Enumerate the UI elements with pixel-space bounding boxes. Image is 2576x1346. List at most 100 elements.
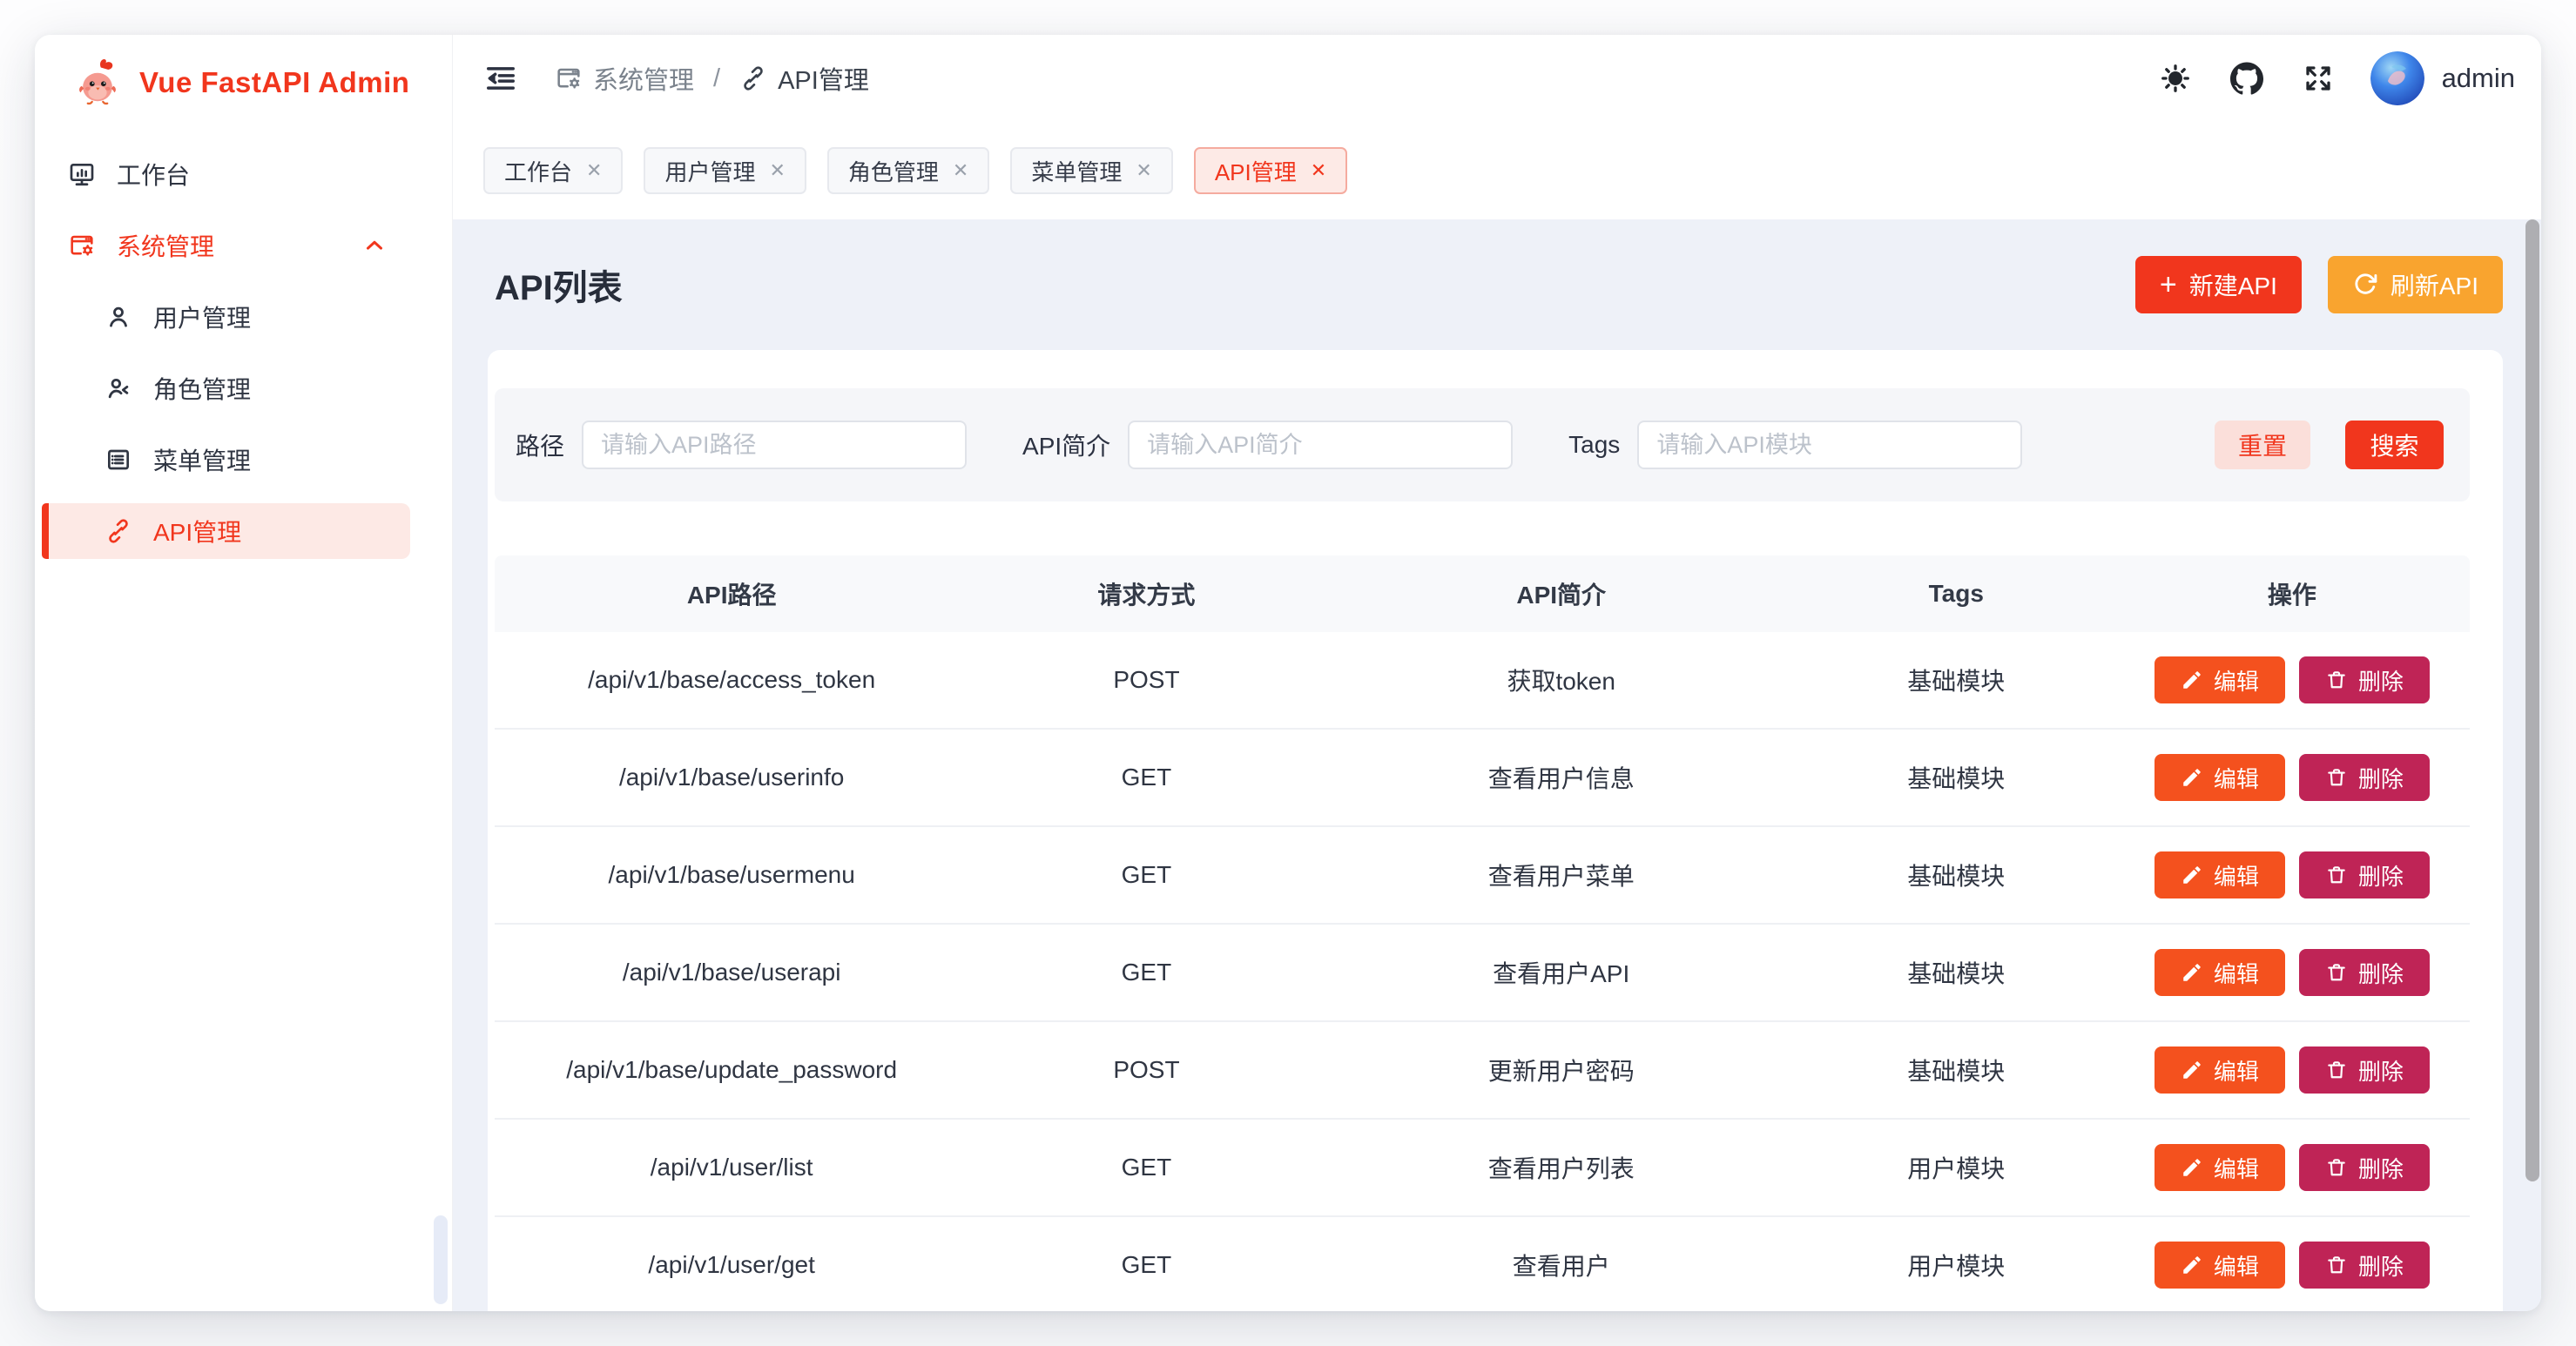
delete-label: 删除 [2358, 1152, 2404, 1184]
close-icon[interactable]: ✕ [953, 161, 968, 180]
delete-button[interactable]: 删除 [2299, 1242, 2430, 1289]
app-logo[interactable]: Vue FastAPI Admin [35, 35, 452, 131]
plus-icon: + [2160, 270, 2177, 299]
reset-button[interactable]: 重置 [2215, 421, 2310, 469]
api-path-cell: /api/v1/base/userapi [495, 959, 968, 986]
tags-cell: 基础模块 [1798, 663, 2114, 697]
actions-cell: 编辑 删除 [2114, 1047, 2470, 1094]
app-title: Vue FastAPI Admin [139, 66, 409, 99]
method-cell: GET [968, 861, 1324, 889]
main-scrollbar[interactable] [2525, 219, 2539, 1181]
api-plug-icon [105, 517, 132, 545]
window-gear-icon [68, 232, 96, 259]
delete-button[interactable]: 删除 [2299, 949, 2430, 996]
close-icon[interactable]: ✕ [586, 161, 602, 180]
delete-button[interactable]: 删除 [2299, 656, 2430, 703]
delete-label: 删除 [2358, 1249, 2404, 1282]
edit-button[interactable]: 编辑 [2155, 1047, 2285, 1094]
sidebar-item-system[interactable]: 系统管理 [42, 218, 410, 273]
tags-input[interactable] [1637, 421, 2022, 469]
tab-workbench[interactable]: 工作台 ✕ [483, 147, 623, 194]
delete-button[interactable]: 删除 [2299, 1144, 2430, 1191]
pencil-icon [2181, 864, 2203, 886]
close-icon[interactable]: ✕ [1311, 161, 1326, 180]
api-path-cell: /api/v1/base/update_password [495, 1056, 968, 1084]
theme-sun-icon[interactable] [2158, 61, 2193, 96]
sidebar-item-label: 工作台 [117, 157, 190, 192]
sidebar-item-menus[interactable]: 菜单管理 [42, 432, 410, 488]
edit-button[interactable]: 编辑 [2155, 1144, 2285, 1191]
path-input[interactable] [582, 421, 967, 469]
edit-button[interactable]: 编辑 [2155, 851, 2285, 898]
edit-label: 编辑 [2214, 762, 2259, 794]
table-row: /api/v1/base/update_password POST 更新用户密码… [495, 1022, 2470, 1120]
sidebar-item-roles[interactable]: 角色管理 [42, 360, 410, 416]
pencil-icon [2181, 669, 2203, 691]
new-api-button[interactable]: + 新建API [2135, 256, 2302, 313]
summary-cell: 查看用户 [1325, 1248, 1798, 1282]
api-plug-icon [739, 64, 767, 92]
sidebar-menu: 工作台 系统管理 用户管理 角色管理 菜单管理 API管理 [35, 146, 452, 559]
avatar[interactable] [2370, 51, 2424, 105]
summary-label: API简介 [1022, 427, 1110, 462]
sidebar-item-users[interactable]: 用户管理 [42, 289, 410, 345]
close-icon[interactable]: ✕ [1136, 161, 1151, 180]
trash-icon [2325, 1156, 2348, 1179]
edit-label: 编辑 [2214, 957, 2259, 989]
delete-button[interactable]: 删除 [2299, 1047, 2430, 1094]
tab-label: 菜单管理 [1031, 155, 1122, 187]
sidebar-scrollbar[interactable] [434, 1215, 448, 1304]
tab-menus[interactable]: 菜单管理 ✕ [1010, 147, 1172, 194]
refresh-api-button[interactable]: 刷新API [2328, 256, 2503, 313]
tab-users[interactable]: 用户管理 ✕ [644, 147, 806, 194]
trash-icon [2325, 669, 2348, 691]
role-icon [105, 374, 132, 402]
trash-icon [2325, 864, 2348, 886]
summary-cell: 查看用户信息 [1325, 760, 1798, 795]
close-icon[interactable]: ✕ [769, 161, 785, 180]
method-cell: GET [968, 1251, 1324, 1279]
username[interactable]: admin [2442, 63, 2515, 94]
edit-button[interactable]: 编辑 [2155, 656, 2285, 703]
method-cell: GET [968, 1154, 1324, 1181]
sidebar-item-api[interactable]: API管理 [42, 503, 410, 559]
header-actions: admin [2121, 51, 2515, 105]
breadcrumb-system[interactable]: 系统管理 [555, 60, 694, 97]
sidebar-item-workbench[interactable]: 工作台 [42, 146, 410, 202]
tags-label: Tags [1568, 431, 1620, 459]
col-actions: 操作 [2114, 576, 2470, 611]
edit-button[interactable]: 编辑 [2155, 1242, 2285, 1289]
actions-cell: 编辑 删除 [2114, 851, 2470, 898]
tab-roles[interactable]: 角色管理 ✕ [827, 147, 989, 194]
fullscreen-icon[interactable] [2301, 61, 2336, 96]
sidebar-collapse-icon[interactable] [483, 61, 518, 96]
api-path-cell: /api/v1/base/usermenu [495, 861, 968, 889]
summary-input[interactable] [1128, 421, 1513, 469]
actions-cell: 编辑 删除 [2114, 656, 2470, 703]
pencil-icon [2181, 1254, 2203, 1276]
tab-label: 工作台 [504, 155, 572, 187]
col-summary: API简介 [1325, 576, 1798, 611]
delete-button[interactable]: 删除 [2299, 851, 2430, 898]
edit-button[interactable]: 编辑 [2155, 754, 2285, 801]
delete-label: 删除 [2358, 1054, 2404, 1087]
col-path: API路径 [495, 576, 968, 611]
sidebar: Vue FastAPI Admin 工作台 系统管理 用户管理 角色管理 [35, 35, 453, 1311]
trash-icon [2325, 766, 2348, 789]
main-area: 系统管理 / API管理 adm [453, 35, 2541, 1311]
summary-cell: 查看用户列表 [1325, 1150, 1798, 1185]
edit-button[interactable]: 编辑 [2155, 949, 2285, 996]
api-table: API路径 请求方式 API简介 Tags 操作 /api/v1/base/ac… [495, 555, 2470, 1311]
tags-cell: 基础模块 [1798, 760, 2114, 795]
delete-button[interactable]: 删除 [2299, 754, 2430, 801]
pencil-icon [2181, 766, 2203, 789]
tab-api[interactable]: API管理 ✕ [1194, 147, 1347, 194]
page-title: API列表 [495, 259, 623, 310]
api-path-cell: /api/v1/base/userinfo [495, 764, 968, 791]
summary-cell: 获取token [1325, 663, 1798, 697]
pencil-icon [2181, 1059, 2203, 1081]
search-button[interactable]: 搜索 [2345, 421, 2444, 469]
breadcrumb-api[interactable]: API管理 [739, 60, 869, 97]
page-header: API列表 + 新建API 刷新API [453, 219, 2541, 350]
github-icon[interactable] [2229, 61, 2264, 96]
